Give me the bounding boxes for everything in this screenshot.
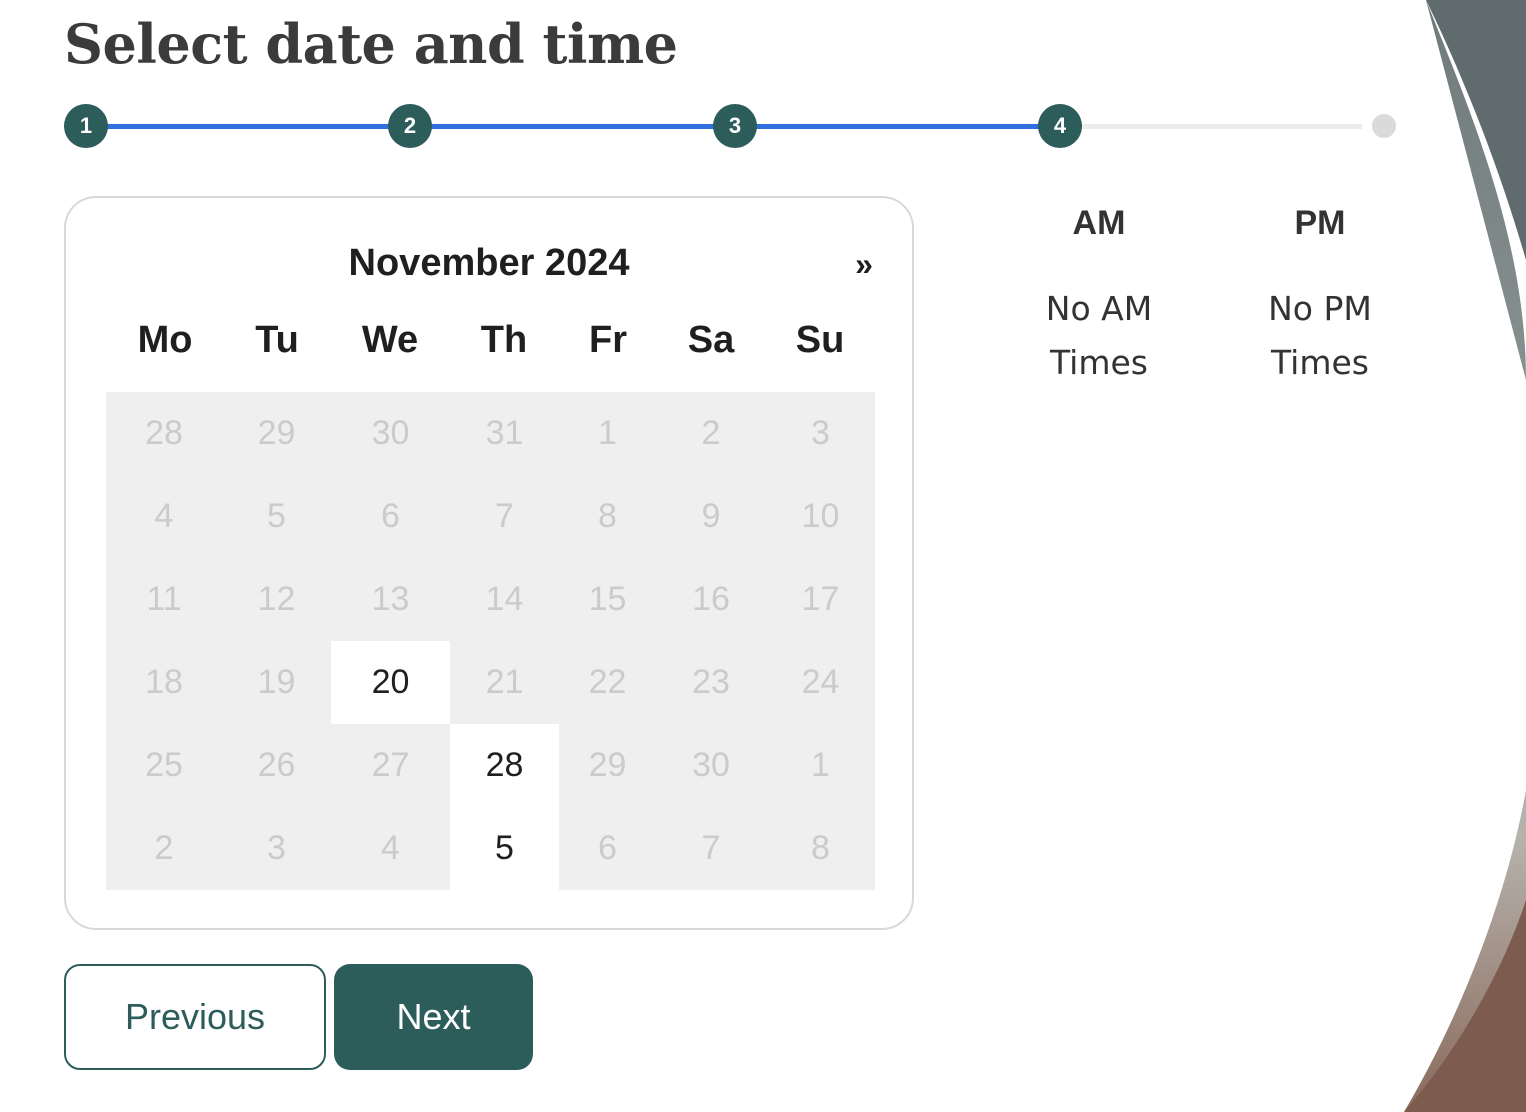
calendar-day-disabled: 3 bbox=[267, 829, 286, 867]
calendar-day-disabled: 21 bbox=[485, 663, 524, 701]
calendar-day-disabled: 4 bbox=[154, 497, 174, 535]
calendar-day-disabled: 7 bbox=[495, 497, 514, 535]
weekday-header: Mo bbox=[137, 319, 193, 361]
calendar-day-disabled: 13 bbox=[371, 580, 410, 618]
calendar-day-disabled: 5 bbox=[267, 497, 286, 535]
calendar-day-disabled: 27 bbox=[371, 746, 410, 784]
calendar-day-disabled: 2 bbox=[154, 829, 174, 867]
calendar-month-label: November 2024 bbox=[348, 242, 630, 284]
weekday-header: We bbox=[361, 319, 419, 361]
calendar-day-disabled: 11 bbox=[146, 580, 182, 618]
calendar-day-disabled: 12 bbox=[257, 580, 296, 618]
calendar-day-disabled: 28 bbox=[145, 414, 183, 452]
calendar-day-disabled: 16 bbox=[692, 580, 730, 618]
pm-column-heading: PM bbox=[1294, 204, 1346, 242]
calendar-day-disabled: 14 bbox=[485, 580, 524, 618]
pm-empty-message: No PM Times bbox=[1268, 289, 1372, 382]
calendar-day-disabled: 1 bbox=[598, 414, 617, 452]
calendar-day-disabled: 3 bbox=[811, 414, 830, 452]
stepper-line-complete bbox=[86, 124, 1060, 129]
weekday-header: Tu bbox=[255, 319, 299, 361]
calendar-day-disabled: 24 bbox=[801, 663, 840, 701]
previous-button[interactable]: Previous bbox=[64, 964, 326, 1070]
calendar-day-disabled: 23 bbox=[692, 663, 730, 701]
calendar-day-disabled: 18 bbox=[145, 663, 183, 701]
calendar-day-disabled: 25 bbox=[145, 746, 183, 784]
calendar-day-available[interactable]: 28 bbox=[450, 724, 559, 807]
calendar-day-disabled: 17 bbox=[801, 580, 840, 618]
calendar-day-disabled: 6 bbox=[598, 829, 617, 867]
calendar-day-disabled: 19 bbox=[257, 663, 296, 701]
calendar-day-disabled: 8 bbox=[811, 829, 830, 867]
am-empty-message: No AM Times bbox=[1045, 289, 1153, 382]
calendar-day-disabled: 29 bbox=[257, 414, 296, 452]
step-1-marker: 1 bbox=[64, 104, 108, 148]
calendar-day-disabled: 2 bbox=[701, 414, 721, 452]
weekday-header: Th bbox=[480, 319, 528, 361]
calendar-day-disabled: 15 bbox=[588, 580, 627, 618]
calendar-day-disabled: 6 bbox=[381, 497, 400, 535]
calendar-day-disabled: 4 bbox=[381, 829, 400, 867]
step-2-marker: 2 bbox=[388, 104, 432, 148]
stepper-line-pending bbox=[1060, 124, 1362, 129]
page-title: Select date and time bbox=[64, 12, 678, 76]
calendar-day-disabled: 7 bbox=[701, 829, 721, 867]
calendar-day-disabled: 1 bbox=[811, 746, 830, 784]
weekday-header: Sa bbox=[687, 319, 735, 361]
next-button[interactable]: Next bbox=[334, 964, 533, 1070]
progress-stepper: 1 2 3 4 bbox=[64, 104, 1398, 148]
calendar-day-disabled: 10 bbox=[801, 497, 840, 535]
calendar-day-disabled: 9 bbox=[701, 497, 721, 535]
calendar-day-disabled: 26 bbox=[257, 746, 296, 784]
step-4-marker: 4 bbox=[1038, 104, 1082, 148]
calendar-day-disabled: 8 bbox=[598, 497, 617, 535]
next-month-button[interactable]: » bbox=[846, 240, 882, 288]
step-final-marker bbox=[1372, 114, 1396, 138]
calendar-day-available[interactable]: 20 bbox=[331, 641, 450, 724]
calendar-day-disabled: 22 bbox=[588, 663, 627, 701]
calendar-day-available[interactable]: 5 bbox=[450, 807, 559, 890]
calendar-day-disabled: 29 bbox=[588, 746, 627, 784]
weekday-header: Fr bbox=[589, 319, 627, 361]
calendar-day-grid: 28 29 30 31 1 2 3 4 5 6 7 8 9 10 11 12 13 14 15 16 17 18 19 20 2… bbox=[106, 392, 875, 890]
calendar-day-disabled: 30 bbox=[371, 414, 410, 452]
am-column-heading: AM bbox=[1072, 204, 1126, 242]
calendar-day-disabled: 31 bbox=[485, 414, 524, 452]
step-3-marker: 3 bbox=[713, 104, 757, 148]
weekday-header: Su bbox=[795, 319, 845, 361]
calendar-day-disabled: 30 bbox=[692, 746, 730, 784]
